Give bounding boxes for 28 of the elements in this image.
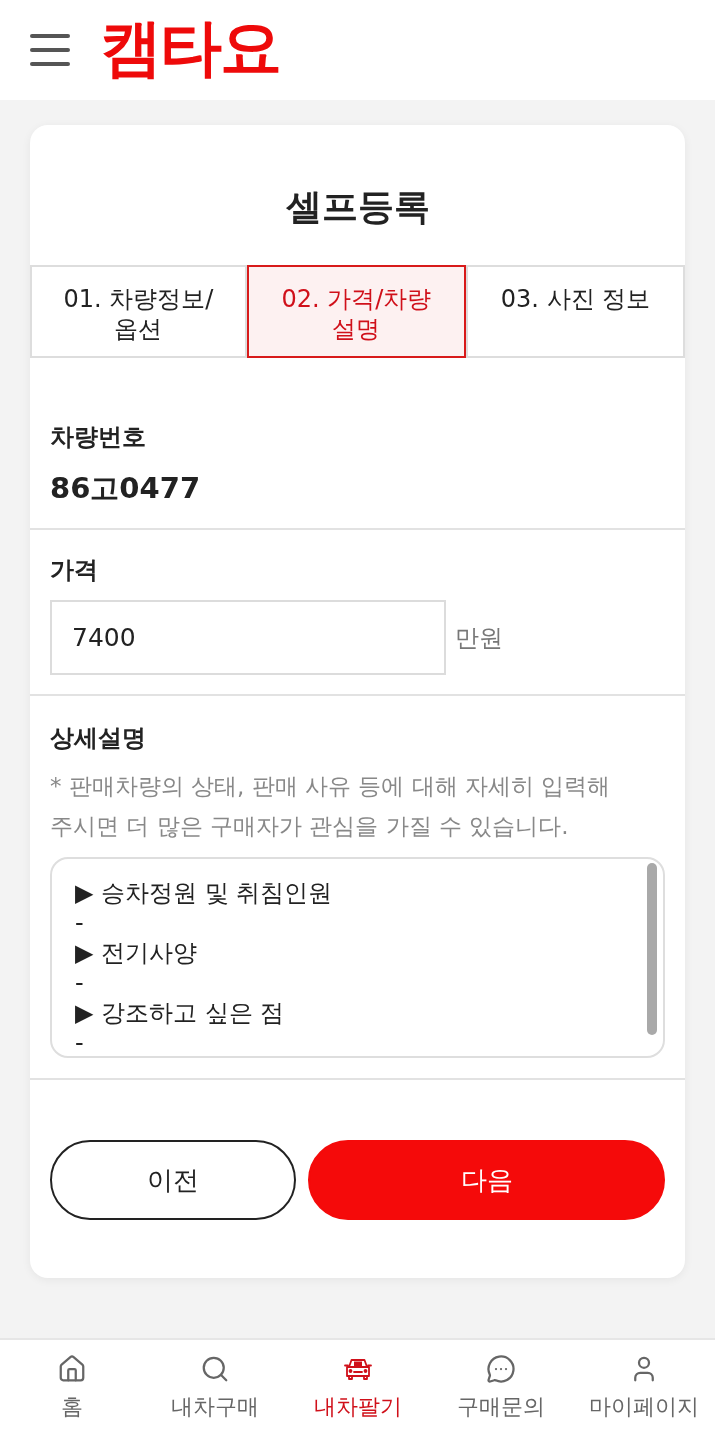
nav-item[interactable]: 마이페이지 (572, 1340, 715, 1440)
scrollbar-thumb[interactable] (647, 863, 657, 1035)
nav-label: 구매문의 (456, 1393, 545, 1421)
nav-item[interactable]: 내차팔기 (286, 1340, 429, 1440)
field-label: 차량번호 (50, 422, 147, 453)
step-tab[interactable]: 02. 가격/차량 설명 (247, 265, 466, 358)
page-title: 셀프등록 (284, 185, 431, 229)
logo[interactable]: 캠타요 (100, 13, 280, 83)
prev-button[interactable]: 이전 (50, 1140, 296, 1220)
step-tab[interactable]: 03. 사진 정보 (466, 265, 685, 358)
nav-label: 내차팔기 (313, 1393, 402, 1421)
unit-label: 만원 (455, 622, 503, 654)
nav-item[interactable]: 내차구매 (143, 1340, 286, 1440)
chat-icon (485, 1354, 516, 1384)
step-tab[interactable]: 01. 차량정보/ 옵션 (30, 265, 247, 358)
field-label: 가격 (50, 555, 99, 586)
nav-label: 홈 (60, 1393, 83, 1421)
menu-icon[interactable] (30, 34, 70, 66)
field-label: 상세설명 (50, 723, 147, 754)
price-input[interactable]: 7400 (50, 600, 446, 675)
nav-item[interactable]: 홈 (0, 1340, 143, 1440)
description-textarea[interactable]: ▶ 승차정원 및 취침인원 - ▶ 전기사양 - ▶ 강조하고 싶은 점 - (50, 857, 665, 1058)
nav-item[interactable]: 구매문의 (429, 1340, 572, 1440)
next-button[interactable]: 다음 (308, 1140, 665, 1220)
vehicle-number: 86고0477 (50, 470, 202, 507)
nav-label: 마이페이지 (588, 1393, 699, 1421)
hint-text: * 판매차량의 상태, 판매 사유 등에 대해 자세히 입력해 주시면 더 많은 구매자가 관심을 가질 수 있습니다. (50, 772, 612, 841)
nav-label: 내차구매 (170, 1393, 259, 1421)
